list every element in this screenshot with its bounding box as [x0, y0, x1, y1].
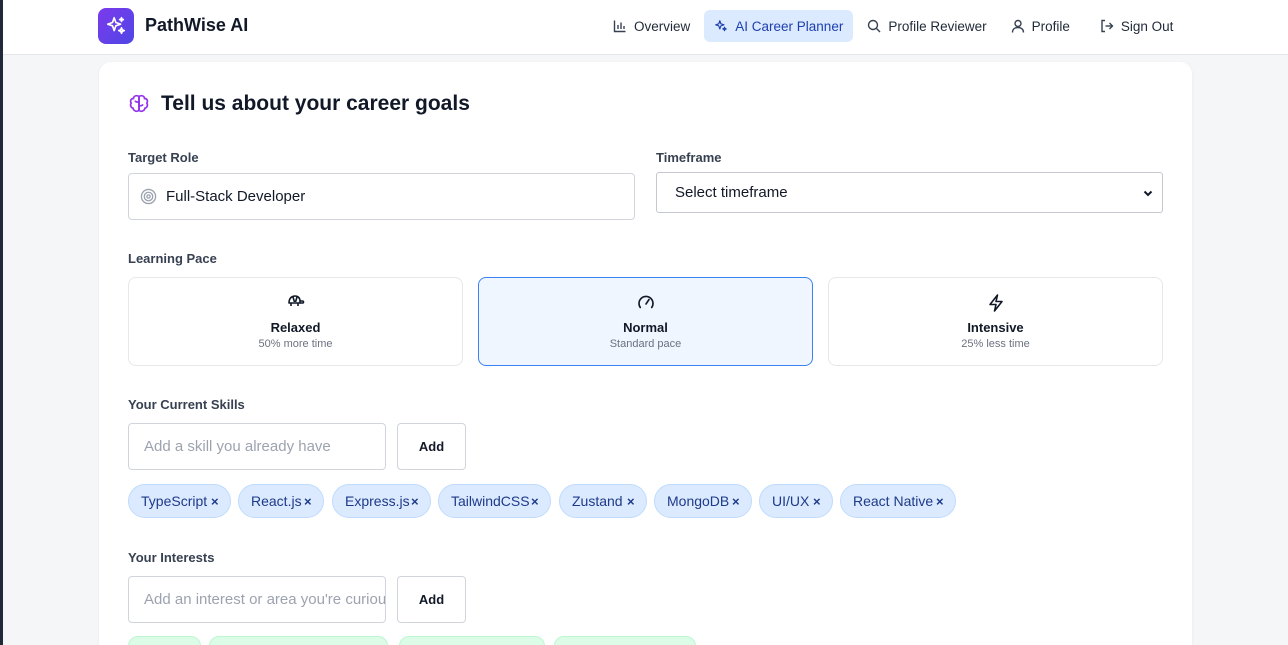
skill-chip: Zustand ×: [559, 484, 647, 518]
target-role-label: Target Role: [128, 150, 199, 165]
sign-out-icon: [1101, 19, 1114, 33]
remove-skill-icon[interactable]: ×: [304, 494, 312, 509]
nav-sign-out-label: Sign Out: [1120, 18, 1174, 34]
interest-chip: [554, 636, 696, 645]
nav-sign-out[interactable]: Sign Out: [1090, 10, 1184, 42]
interest-chip: [209, 636, 388, 645]
skill-input[interactable]: Add a skill you already have: [128, 423, 386, 470]
top-navbar: PathWise AI Overview AI Career Planner P…: [3, 0, 1288, 55]
main-nav: Overview AI Career Planner Profile Revie…: [603, 10, 1187, 42]
window-edge: [0, 0, 3, 645]
nav-profile-label: Profile: [1031, 18, 1070, 34]
skill-chip: Express.js ×: [332, 484, 431, 518]
brand-name[interactable]: PathWise AI: [145, 15, 248, 36]
pace-relaxed-name: Relaxed: [270, 320, 321, 335]
skill-chip: MongoDB ×: [654, 484, 752, 518]
page-title: Tell us about your career goals: [161, 92, 470, 115]
interests-label: Your Interests: [128, 550, 215, 565]
skill-chip: TailwindCSS ×: [438, 484, 551, 518]
target-role-value: Full-Stack Developer: [166, 188, 306, 205]
add-interest-button[interactable]: Add: [397, 576, 466, 623]
turtle-icon: [287, 295, 304, 306]
remove-skill-icon[interactable]: ×: [936, 494, 944, 509]
current-skills-label: Your Current Skills: [128, 397, 245, 412]
skill-chip-label: TypeScript: [141, 493, 208, 509]
timeframe-label: Timeframe: [656, 150, 722, 165]
remove-skill-icon[interactable]: ×: [813, 494, 821, 509]
sparkles-logo-icon: [106, 16, 126, 35]
career-goals-card: Tell us about your career goals Target R…: [99, 62, 1192, 645]
brain-icon: [129, 94, 149, 113]
pace-normal-name: Normal: [623, 320, 668, 335]
timeframe-selected-value: Select timeframe: [675, 184, 788, 201]
interest-chip: [128, 636, 201, 645]
card-header: Tell us about your career goals: [128, 92, 470, 116]
nav-profile[interactable]: Profile: [1001, 10, 1080, 42]
skill-chip-label: React Native: [853, 493, 934, 509]
bar-chart-icon: [613, 20, 626, 33]
brand-logo[interactable]: [98, 8, 134, 44]
nav-ai-career-planner[interactable]: AI Career Planner: [704, 10, 854, 42]
skill-chip: React.js ×: [238, 484, 324, 518]
nav-profile-reviewer[interactable]: Profile Reviewer: [857, 10, 996, 42]
skill-chip-label: Express.js: [345, 493, 410, 509]
remove-skill-icon[interactable]: ×: [211, 494, 219, 509]
add-skill-button[interactable]: Add: [397, 423, 466, 470]
skill-chip-label: TailwindCSS: [451, 493, 530, 509]
skill-chip-label: Zustand: [572, 493, 623, 509]
nav-overview-label: Overview: [634, 18, 691, 34]
nav-profile-reviewer-label: Profile Reviewer: [888, 18, 987, 34]
pace-relaxed-sub: 50% more time: [258, 338, 333, 350]
nav-overview[interactable]: Overview: [603, 10, 700, 42]
pace-option-normal[interactable]: Normal Standard pace: [478, 277, 813, 366]
skill-chip: UI/UX ×: [759, 484, 833, 518]
lightning-icon: [988, 294, 1003, 312]
sparkles-icon: [715, 20, 728, 32]
remove-skill-icon[interactable]: ×: [627, 494, 635, 509]
skill-chip-label: React.js: [251, 493, 302, 509]
skill-chip-label: UI/UX: [772, 493, 810, 509]
skill-chip: TypeScript ×: [128, 484, 231, 518]
interest-input[interactable]: Add an interest or area you're curious a…: [128, 576, 386, 623]
nav-ai-career-planner-label: AI Career Planner: [735, 18, 844, 34]
remove-skill-icon[interactable]: ×: [411, 494, 419, 509]
chevron-down-icon: [1143, 190, 1153, 196]
skill-chip: React Native ×: [840, 484, 956, 518]
target-role-input[interactable]: Full-Stack Developer: [128, 173, 635, 220]
pace-intensive-name: Intensive: [967, 320, 1024, 335]
pace-intensive-sub: 25% less time: [961, 338, 1030, 350]
timeframe-select[interactable]: Select timeframe: [656, 172, 1163, 213]
target-icon: [140, 188, 157, 205]
interest-chip: [399, 636, 545, 645]
skill-chip-label: MongoDB: [667, 493, 730, 509]
pace-normal-sub: Standard pace: [609, 338, 682, 350]
remove-skill-icon[interactable]: ×: [531, 494, 539, 509]
gauge-icon: [637, 295, 654, 309]
learning-pace-label: Learning Pace: [128, 251, 217, 266]
search-icon: [868, 19, 881, 33]
user-icon: [1011, 19, 1024, 33]
remove-skill-icon[interactable]: ×: [732, 494, 740, 509]
pace-option-relaxed[interactable]: Relaxed 50% more time: [128, 277, 463, 366]
pace-option-intensive[interactable]: Intensive 25% less time: [828, 277, 1163, 366]
